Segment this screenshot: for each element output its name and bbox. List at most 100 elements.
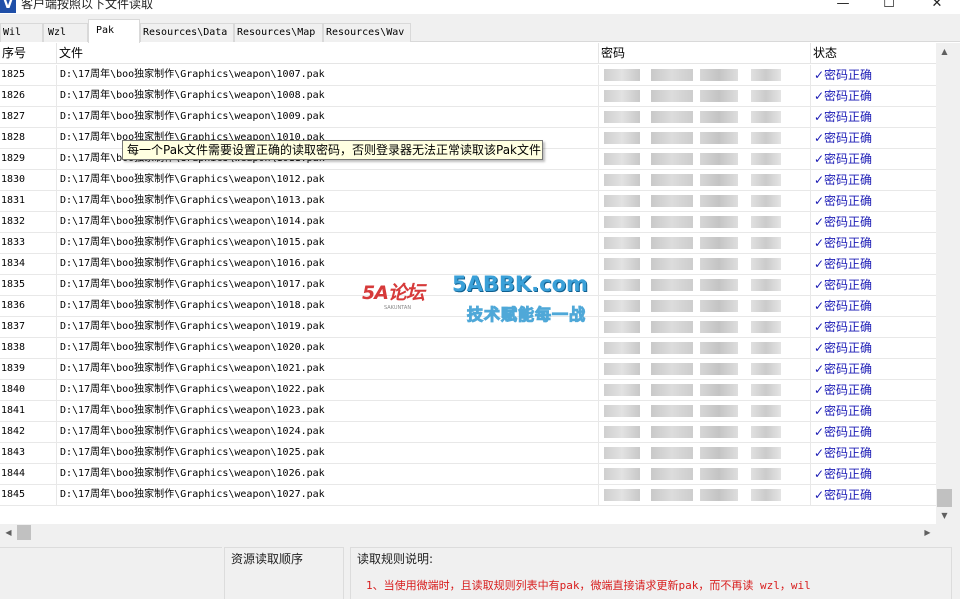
row-status: ✓密码正确: [814, 131, 873, 145]
row-password-masked[interactable]: [599, 275, 811, 295]
tab-wzl[interactable]: Wzl: [43, 23, 88, 42]
table-row[interactable]: 1845 D:\17周年\boo独家制作\Graphics\weapon\1027…: [0, 485, 936, 506]
row-status: ✓密码正确: [814, 425, 873, 439]
tab-resources-wav[interactable]: Resources\Wav: [323, 23, 411, 42]
row-password-masked[interactable]: [599, 149, 811, 169]
scroll-left-arrow-icon[interactable]: ◀: [0, 524, 17, 541]
password-blur-block: [604, 237, 640, 249]
table-row[interactable]: 1827 D:\17周年\boo独家制作\Graphics\weapon\1009…: [0, 107, 936, 128]
password-blur-block: [700, 153, 738, 165]
row-password-masked[interactable]: [599, 359, 811, 379]
row-password-masked[interactable]: [599, 191, 811, 211]
table-row[interactable]: 1830 D:\17周年\boo独家制作\Graphics\weapon\1012…: [0, 170, 936, 191]
table-row[interactable]: 1838 D:\17周年\boo独家制作\Graphics\weapon\1020…: [0, 338, 936, 359]
table-row[interactable]: 1843 D:\17周年\boo独家制作\Graphics\weapon\1025…: [0, 443, 936, 464]
vertical-scrollbar[interactable]: ▲ ▼: [936, 43, 953, 524]
password-blur-block: [751, 132, 781, 144]
password-blur-block: [751, 258, 781, 270]
tab-pak[interactable]: Pak: [88, 19, 140, 43]
row-password-masked[interactable]: [599, 254, 811, 274]
password-blur-block: [604, 489, 640, 501]
row-password-masked[interactable]: [599, 107, 811, 127]
table-row[interactable]: 1831 D:\17周年\boo独家制作\Graphics\weapon\1013…: [0, 191, 936, 212]
maximize-button[interactable]: ☐: [866, 0, 912, 14]
table-row[interactable]: 1842 D:\17周年\boo独家制作\Graphics\weapon\1024…: [0, 422, 936, 443]
table-row[interactable]: 1839 D:\17周年\boo独家制作\Graphics\weapon\1021…: [0, 359, 936, 380]
row-seq: 1826: [0, 86, 57, 106]
row-password-masked[interactable]: [599, 317, 811, 337]
table-row[interactable]: 1841 D:\17周年\boo独家制作\Graphics\weapon\1023…: [0, 401, 936, 422]
horizontal-scrollbar[interactable]: ◀ ▶: [0, 524, 936, 541]
table-row[interactable]: 1833 D:\17周年\boo独家制作\Graphics\weapon\1015…: [0, 233, 936, 254]
table-row[interactable]: 1832 D:\17周年\boo独家制作\Graphics\weapon\1014…: [0, 212, 936, 233]
row-seq: 1831: [0, 191, 57, 211]
password-blur-block: [651, 69, 693, 81]
password-blur-block: [751, 447, 781, 459]
vertical-scroll-thumb[interactable]: [937, 489, 952, 507]
password-blur-block: [700, 342, 738, 354]
scroll-right-arrow-icon[interactable]: ▶: [919, 524, 936, 541]
row-status: ✓密码正确: [814, 362, 873, 376]
row-password-masked[interactable]: [599, 170, 811, 190]
row-password-masked[interactable]: [599, 212, 811, 232]
row-status: ✓密码正确: [814, 215, 873, 229]
password-blur-block: [651, 321, 693, 333]
password-blur-block: [604, 69, 640, 81]
row-seq: 1838: [0, 338, 57, 358]
row-status: ✓密码正确: [814, 278, 873, 292]
password-blur-block: [751, 111, 781, 123]
column-header-password[interactable]: 密码: [599, 43, 811, 64]
row-password-masked[interactable]: [599, 380, 811, 400]
row-password-masked[interactable]: [599, 128, 811, 148]
row-file-path: D:\17周年\boo独家制作\Graphics\weapon\1013.pak: [57, 191, 599, 211]
table-row[interactable]: 1844 D:\17周年\boo独家制作\Graphics\weapon\1026…: [0, 464, 936, 485]
tab-resources-map[interactable]: Resources\Map: [234, 23, 323, 42]
row-seq: 1842: [0, 422, 57, 442]
row-password-masked[interactable]: [599, 65, 811, 85]
password-blur-block: [751, 237, 781, 249]
column-header-file[interactable]: 文件: [57, 43, 599, 64]
row-file-path: D:\17周年\boo独家制作\Graphics\weapon\1007.pak: [57, 65, 599, 85]
list-frame-edge: [953, 43, 960, 524]
window-title: 客户端按照以下文件读取: [21, 0, 154, 11]
table-row[interactable]: 1840 D:\17周年\boo独家制作\Graphics\weapon\1022…: [0, 380, 936, 401]
password-blur-block: [751, 342, 781, 354]
minimize-button[interactable]: —: [820, 0, 866, 14]
column-header-status[interactable]: 状态: [811, 43, 936, 64]
password-blur-block: [651, 405, 693, 417]
row-seq: 1836: [0, 296, 57, 316]
row-password-masked[interactable]: [599, 338, 811, 358]
row-file-path: D:\17周年\boo独家制作\Graphics\weapon\1024.pak: [57, 422, 599, 442]
table-row[interactable]: 1826 D:\17周年\boo独家制作\Graphics\weapon\1008…: [0, 86, 936, 107]
password-blur-block: [700, 321, 738, 333]
row-file-path: D:\17周年\boo独家制作\Graphics\weapon\1014.pak: [57, 212, 599, 232]
row-password-masked[interactable]: [599, 443, 811, 463]
row-password-masked[interactable]: [599, 422, 811, 442]
row-file-path: D:\17周年\boo独家制作\Graphics\weapon\1025.pak: [57, 443, 599, 463]
row-status: ✓密码正确: [814, 89, 873, 103]
password-blur-block: [700, 69, 738, 81]
resource-order-group: 资源读取顺序: [224, 547, 344, 599]
watermark-logo: 5A论坛: [362, 282, 425, 304]
table-row[interactable]: 1825 D:\17周年\boo独家制作\Graphics\weapon\1007…: [0, 65, 936, 86]
watermark-slogan: 技术赋能每一战: [466, 305, 587, 325]
row-password-masked[interactable]: [599, 401, 811, 421]
row-status: ✓密码正确: [814, 194, 873, 208]
column-header-seq[interactable]: 序号: [0, 43, 57, 64]
password-blur-block: [651, 216, 693, 228]
horizontal-scroll-thumb[interactable]: [17, 525, 31, 540]
password-blur-block: [751, 321, 781, 333]
row-password-masked[interactable]: [599, 296, 811, 316]
scroll-up-arrow-icon[interactable]: ▲: [936, 43, 953, 60]
password-blur-block: [751, 363, 781, 375]
scroll-down-arrow-icon[interactable]: ▼: [936, 507, 953, 524]
row-password-masked[interactable]: [599, 485, 811, 505]
row-password-masked[interactable]: [599, 86, 811, 106]
tab-resources-data[interactable]: Resources\Data: [140, 23, 234, 42]
row-seq: 1840: [0, 380, 57, 400]
row-password-masked[interactable]: [599, 464, 811, 484]
row-password-masked[interactable]: [599, 233, 811, 253]
close-button[interactable]: ✕: [914, 0, 960, 14]
tab-wil[interactable]: Wil: [0, 23, 43, 42]
password-blur-block: [700, 258, 738, 270]
